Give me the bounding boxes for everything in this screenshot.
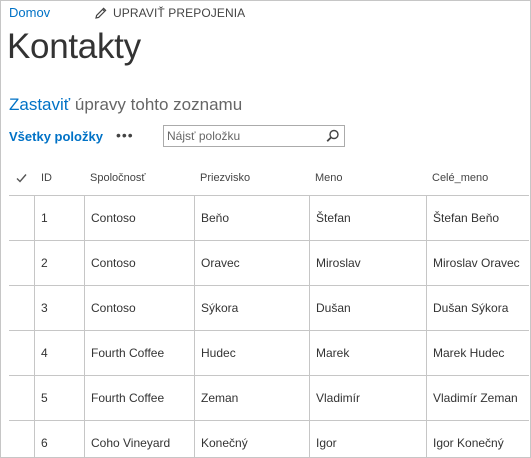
table-row: 4 Fourth Coffee Hudec Marek Marek Hudec — [9, 331, 529, 376]
table-row: 1 Contoso Beňo Štefan Štefan Beňo — [9, 196, 529, 241]
cell-id[interactable]: 5 — [34, 376, 84, 420]
cell-company[interactable]: Contoso — [84, 196, 194, 240]
cell-company[interactable]: Fourth Coffee — [84, 376, 194, 420]
cell-last-name[interactable]: Konečný — [194, 421, 309, 457]
cell-id[interactable]: 2 — [34, 241, 84, 285]
cell-id[interactable]: 4 — [34, 331, 84, 375]
cell-first-name[interactable]: Marek — [309, 331, 426, 375]
cell-last-name[interactable]: Beňo — [194, 196, 309, 240]
cell-first-name[interactable]: Vladimír — [309, 376, 426, 420]
edit-links-button[interactable]: UPRAVIŤ PREPOJENIA — [95, 6, 245, 20]
cell-company[interactable]: Contoso — [84, 241, 194, 285]
table-body: 1 Contoso Beňo Štefan Štefan Beňo 2 Cont… — [9, 195, 529, 457]
cell-full-name[interactable]: Vladimír Zeman — [426, 376, 529, 420]
select-all-checkbox[interactable] — [9, 163, 33, 193]
cell-company[interactable]: Fourth Coffee — [84, 331, 194, 375]
row-select[interactable] — [9, 421, 33, 457]
cell-first-name[interactable]: Dušan — [309, 286, 426, 330]
edit-links-label: UPRAVIŤ PREPOJENIA — [113, 6, 246, 20]
cell-full-name[interactable]: Štefan Beňo — [426, 196, 529, 240]
column-header-first-name[interactable]: Meno — [315, 163, 343, 193]
view-all-items-tab[interactable]: Všetky položky — [9, 129, 103, 144]
cell-id[interactable]: 3 — [34, 286, 84, 330]
more-options-button[interactable]: ••• — [116, 128, 134, 142]
row-select[interactable] — [9, 196, 33, 240]
search-box — [163, 125, 345, 147]
cell-last-name[interactable]: Zeman — [194, 376, 309, 420]
cell-first-name[interactable]: Štefan — [309, 196, 426, 240]
cell-company[interactable]: Coho Vineyard — [84, 421, 194, 457]
cell-full-name[interactable]: Dušan Sýkora — [426, 286, 529, 330]
column-header-id[interactable]: ID — [41, 163, 52, 193]
pencil-icon — [95, 7, 107, 19]
table-row: 3 Contoso Sýkora Dušan Dušan Sýkora — [9, 286, 529, 331]
column-header-full-name[interactable]: Celé_meno — [432, 163, 488, 193]
cell-last-name[interactable]: Sýkora — [194, 286, 309, 330]
column-header-last-name[interactable]: Priezvisko — [200, 163, 250, 193]
editing-status: Zastaviť úpravy tohto zoznamu — [9, 95, 242, 115]
stop-editing-link[interactable]: Zastaviť — [9, 95, 70, 114]
search-input[interactable] — [167, 128, 317, 144]
page-title: Kontakty — [7, 27, 141, 66]
column-header-company[interactable]: Spoločnosť — [90, 163, 146, 193]
home-link[interactable]: Domov — [9, 5, 50, 20]
row-select[interactable] — [9, 241, 33, 285]
table-row: 6 Coho Vineyard Konečný Igor Igor Konečn… — [9, 421, 529, 457]
cell-id[interactable]: 6 — [34, 421, 84, 457]
cell-full-name[interactable]: Miroslav Oravec — [426, 241, 529, 285]
table-row: 5 Fourth Coffee Zeman Vladimír Vladimír … — [9, 376, 529, 421]
row-select[interactable] — [9, 286, 33, 330]
checkmark-icon — [16, 174, 27, 183]
cell-company[interactable]: Contoso — [84, 286, 194, 330]
table-row: 2 Contoso Oravec Miroslav Miroslav Orave… — [9, 241, 529, 286]
row-select[interactable] — [9, 376, 33, 420]
cell-id[interactable]: 1 — [34, 196, 84, 240]
cell-first-name[interactable]: Igor — [309, 421, 426, 457]
editing-status-text: úpravy tohto zoznamu — [70, 95, 243, 114]
cell-full-name[interactable]: Igor Konečný — [426, 421, 529, 457]
cell-last-name[interactable]: Hudec — [194, 331, 309, 375]
app-frame: Domov UPRAVIŤ PREPOJENIA Kontakty Zastav… — [0, 0, 531, 458]
cell-first-name[interactable]: Miroslav — [309, 241, 426, 285]
search-icon[interactable] — [326, 129, 340, 148]
cell-last-name[interactable]: Oravec — [194, 241, 309, 285]
cell-full-name[interactable]: Marek Hudec — [426, 331, 529, 375]
row-select[interactable] — [9, 331, 33, 375]
